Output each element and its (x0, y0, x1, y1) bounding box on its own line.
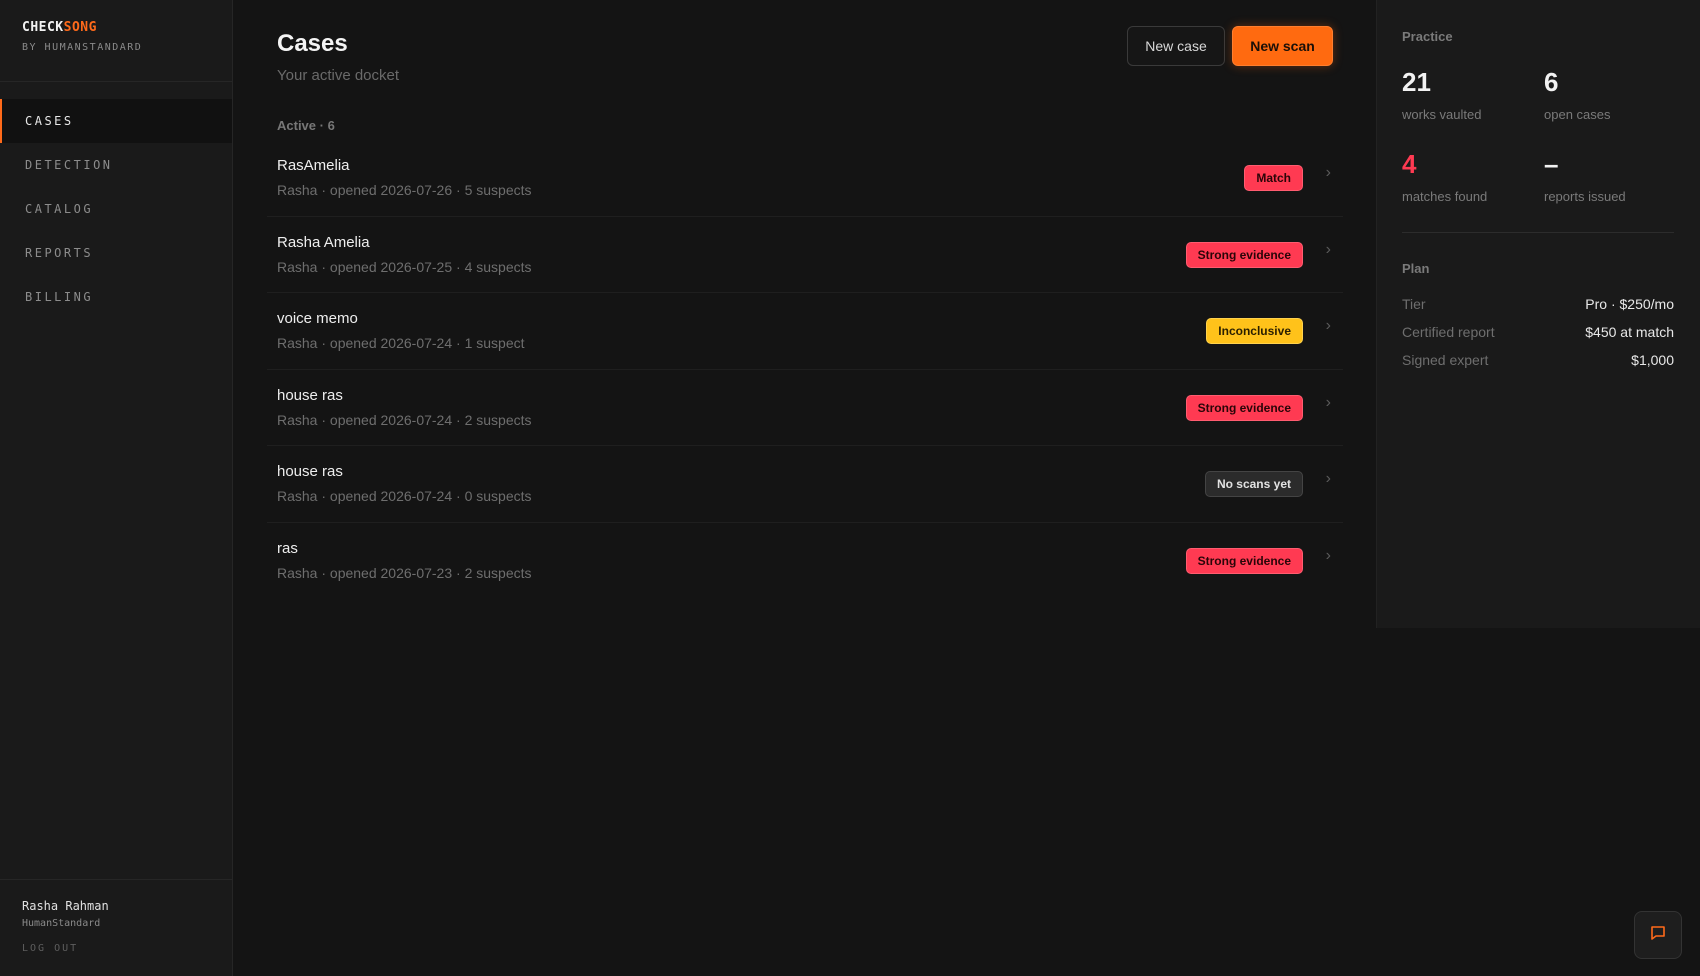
case-row[interactable]: house ras Rasha · opened 2026-07-24 · 2 … (267, 370, 1343, 446)
case-title: voice memo (277, 310, 358, 327)
section-label: Active · 6 (277, 118, 335, 133)
plan-key: Tier (1402, 296, 1426, 312)
stat-reports-issued-label: reports issued (1544, 189, 1626, 204)
stat-works-vaulted-value: 21 (1402, 67, 1431, 97)
sidebar-item-billing[interactable]: BILLING (0, 275, 232, 319)
practice-panel: Practice 21 works vaulted 6 open cases 4… (1376, 0, 1700, 628)
plan-row-certified-report: Certified report $450 at match (1402, 324, 1674, 340)
case-meta: Rasha · opened 2026-07-23 · 2 suspects (277, 564, 532, 581)
chevron-right-icon[interactable]: › (1326, 164, 1331, 182)
case-title: RasAmelia (277, 157, 350, 174)
divider (1402, 232, 1674, 233)
sidebar-item-catalog[interactable]: CATALOG (0, 187, 232, 231)
case-title: house ras (277, 386, 343, 404)
user-name: Rasha Rahman (22, 899, 109, 913)
case-row[interactable]: Rasha Amelia Rasha · opened 2026-07-25 ·… (267, 217, 1343, 293)
app: CHECKSONG BY HUMANSTANDARD CASES DETECTI… (0, 0, 1700, 976)
case-meta: Rasha · opened 2026-07-24 · 2 suspects (277, 411, 532, 428)
stat-reports-issued-value: – (1544, 149, 1559, 179)
stat-open-cases-label: open cases (1544, 107, 1611, 122)
main-content: Cases Your active docket New case New sc… (234, 0, 1376, 976)
status-badge: Strong evidence (1185, 547, 1303, 574)
chat-icon (1649, 924, 1667, 947)
plan-key: Signed expert (1402, 352, 1489, 368)
plan-value: $1,000 (1631, 352, 1674, 368)
chevron-right-icon[interactable]: › (1326, 547, 1331, 565)
page-subtitle: Your active docket (277, 67, 400, 84)
stat-matches-found-label: matches found (1402, 189, 1488, 204)
case-row[interactable]: house ras Rasha · opened 2026-07-24 · 0 … (267, 446, 1343, 523)
practice-label: Practice (1402, 29, 1453, 44)
status-badge: Strong evidence (1185, 394, 1303, 421)
case-meta: Rasha · opened 2026-07-24 · 1 suspect (277, 335, 525, 351)
case-row[interactable]: voice memo Rasha · opened 2026-07-24 · 1… (267, 293, 1343, 370)
case-list: RasAmelia Rasha · opened 2026-07-26 · 5 … (267, 140, 1343, 599)
page-title: Cases (277, 30, 348, 57)
user-org: HumanStandard (22, 918, 101, 929)
sidebar: CHECKSONG BY HUMANSTANDARD CASES DETECTI… (0, 0, 233, 976)
plan-value: $450 at match (1585, 324, 1674, 340)
case-meta: Rasha · opened 2026-07-26 · 5 suspects (277, 182, 532, 198)
case-title: ras (277, 539, 298, 557)
status-badge: No scans yet (1204, 471, 1303, 497)
stat-open-cases-value: 6 (1544, 67, 1559, 97)
brand-subtitle: BY HUMANSTANDARD (22, 42, 143, 53)
brand-name-part1: CHECK (22, 20, 64, 35)
brand-name-part2: SONG (63, 20, 97, 35)
sidebar-item-reports[interactable]: REPORTS (0, 231, 232, 275)
chevron-right-icon[interactable]: › (1326, 241, 1331, 259)
plan-key: Certified report (1402, 324, 1495, 340)
chevron-right-icon[interactable]: › (1326, 317, 1331, 335)
case-title: house ras (277, 463, 343, 480)
case-meta: Rasha · opened 2026-07-25 · 4 suspects (277, 258, 532, 275)
case-meta: Rasha · opened 2026-07-24 · 0 suspects (277, 488, 532, 504)
case-title: Rasha Amelia (277, 233, 370, 251)
brand-logo[interactable]: CHECKSONG (22, 20, 210, 35)
case-row[interactable]: ras Rasha · opened 2026-07-23 · 2 suspec… (267, 523, 1343, 600)
stat-works-vaulted-label: works vaulted (1402, 107, 1482, 122)
brand: CHECKSONG BY HUMANSTANDARD (0, 0, 232, 82)
logout-button[interactable]: LOG OUT (22, 943, 211, 954)
status-badge: Strong evidence (1185, 241, 1303, 268)
sidebar-nav: CASES DETECTION CATALOG REPORTS BILLING (0, 99, 232, 319)
new-scan-button[interactable]: New scan (1232, 26, 1333, 66)
sidebar-item-detection[interactable]: DETECTION (0, 143, 232, 187)
chat-button[interactable] (1634, 911, 1682, 959)
chevron-right-icon[interactable]: › (1326, 394, 1331, 412)
plan-value: Pro · $250/mo (1585, 296, 1674, 312)
sidebar-item-cases[interactable]: CASES (0, 99, 232, 143)
plan-row-signed-expert: Signed expert $1,000 (1402, 352, 1674, 368)
new-case-button[interactable]: New case (1127, 26, 1225, 66)
plan-row-tier: Tier Pro · $250/mo (1402, 296, 1674, 312)
chevron-right-icon[interactable]: › (1326, 470, 1331, 488)
stat-matches-found-value: 4 (1402, 149, 1417, 179)
status-badge: Inconclusive (1206, 318, 1303, 344)
case-row[interactable]: RasAmelia Rasha · opened 2026-07-26 · 5 … (267, 140, 1343, 217)
plan-label: Plan (1402, 261, 1430, 276)
user-panel: Rasha Rahman HumanStandard LOG OUT (0, 879, 233, 976)
status-badge: Match (1244, 165, 1303, 191)
